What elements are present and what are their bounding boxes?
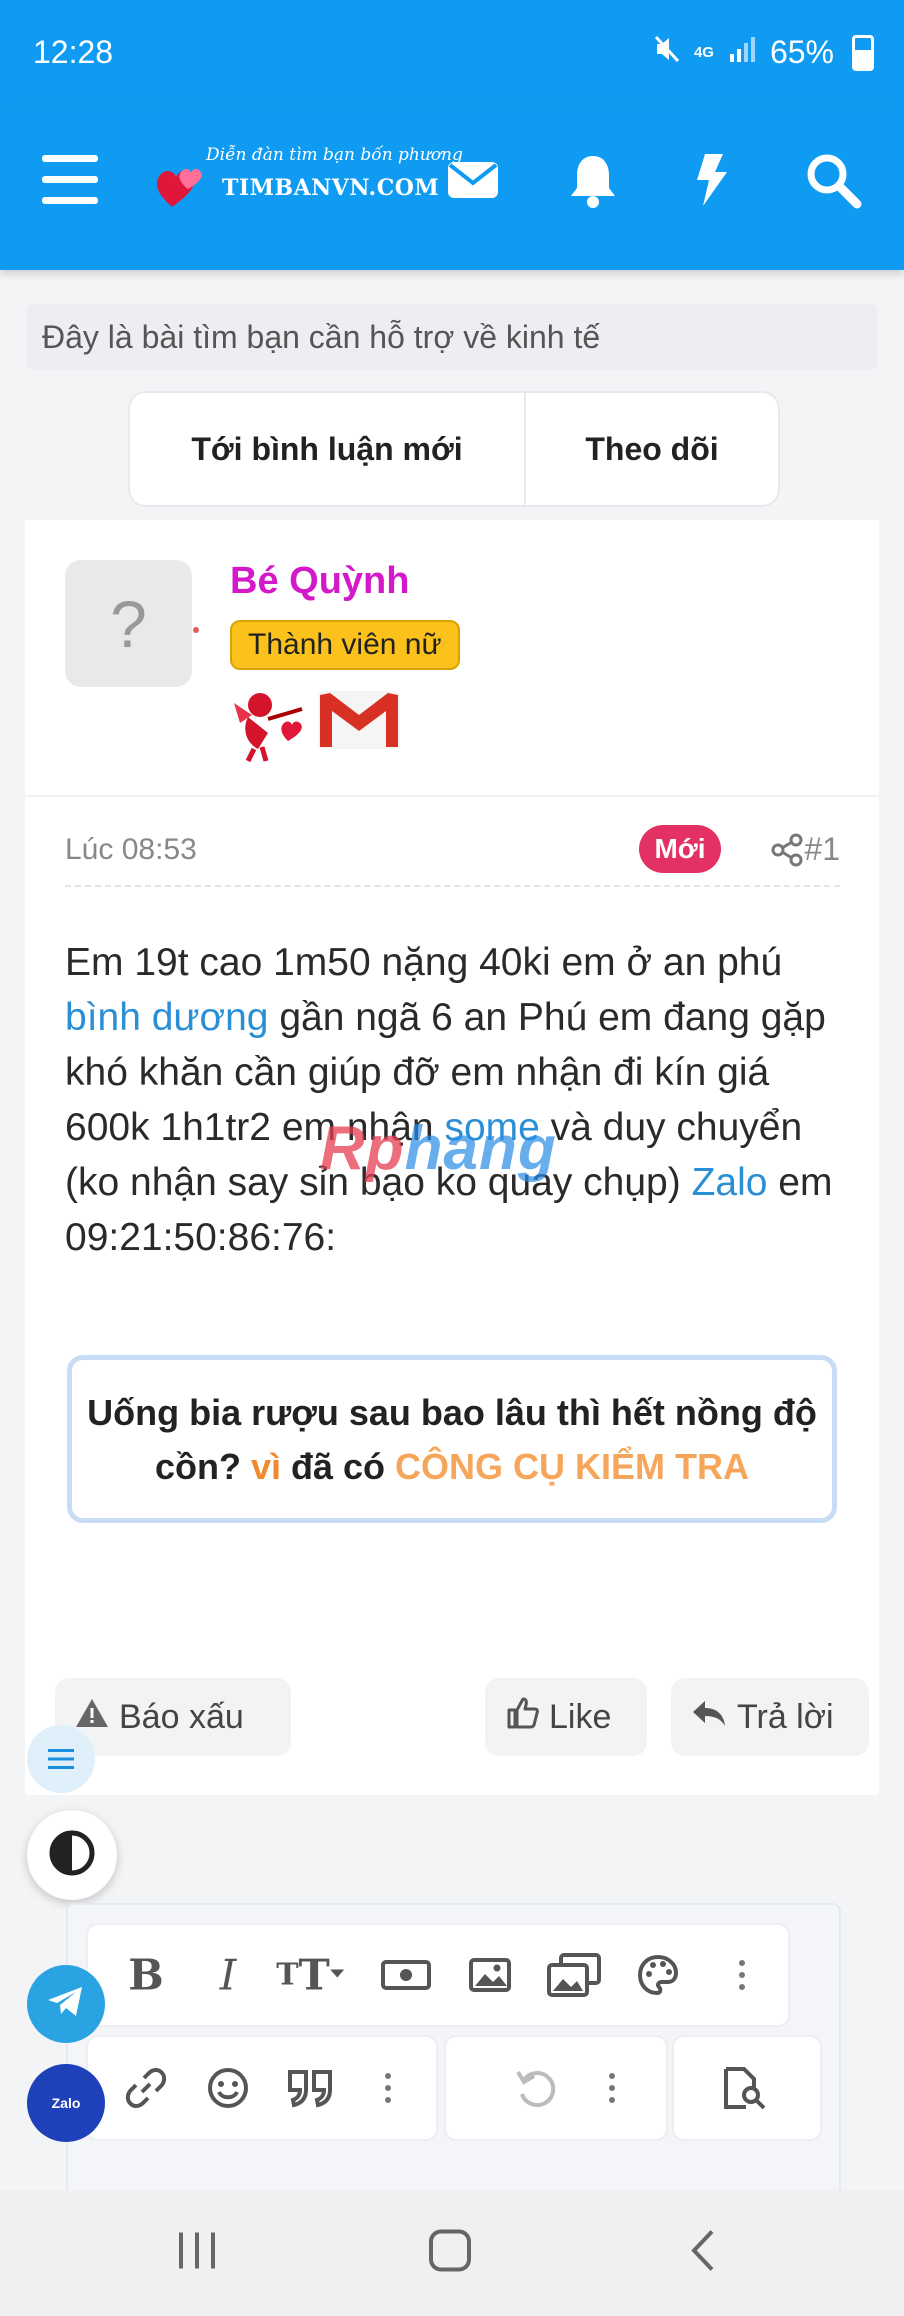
preview-icon[interactable] — [720, 2065, 768, 2111]
undo-icon[interactable] — [514, 2066, 558, 2110]
hearts-icon — [152, 155, 212, 227]
image-icon[interactable] — [469, 1958, 511, 1992]
promo-have: đã có — [291, 1446, 386, 1487]
network-type: 4G — [693, 44, 714, 61]
mute-icon — [654, 35, 680, 70]
theme-toggle-button[interactable] — [27, 1810, 117, 1900]
post-user-info: ? Bé Quỳnh Thành viên nữ — [25, 520, 879, 797]
post-card: ? Bé Quỳnh Thành viên nữ Lúc 08:53 Mới #… — [25, 520, 879, 1795]
share-icon[interactable] — [770, 833, 804, 872]
logo-tagline: Diễn đàn tìm bạn bốn phương — [206, 145, 463, 165]
reply-editor: B I T T — [66, 1903, 841, 2197]
like-button[interactable]: Like — [485, 1678, 647, 1756]
reply-button[interactable]: Trả lời — [671, 1678, 869, 1756]
post-content: Em 19t cao 1m50 nặng 40ki em ở an phú bì… — [65, 935, 845, 1265]
money-icon[interactable] — [381, 1958, 431, 1992]
text-size-label: T — [276, 1957, 299, 1993]
follow-button[interactable]: Theo dõi — [524, 393, 778, 505]
italic-button[interactable]: I — [220, 1951, 237, 2000]
link-icon[interactable] — [124, 2066, 168, 2110]
text-size-button[interactable]: T T — [276, 1951, 344, 2000]
menu-icon[interactable] — [42, 155, 98, 205]
reply-icon — [691, 1698, 727, 1737]
promo-because: vì — [250, 1446, 281, 1487]
new-comment-button[interactable]: Tới bình luận mới — [130, 393, 524, 505]
like-label: Like — [549, 1697, 612, 1736]
status-bar: 12:28 4G 65% — [0, 0, 904, 105]
avatar[interactable]: ? — [65, 560, 192, 687]
online-dot — [193, 627, 199, 633]
post-time[interactable]: Lúc 08:53 — [65, 833, 197, 867]
editor-toolbar-group-1 — [86, 2035, 438, 2141]
bell-icon[interactable] — [563, 150, 623, 210]
back-icon[interactable] — [688, 2229, 718, 2278]
more-options-icon[interactable] — [739, 1960, 745, 1990]
new-badge: Mới — [639, 825, 721, 873]
recent-apps-icon[interactable] — [175, 2231, 219, 2276]
home-icon[interactable] — [428, 2229, 472, 2278]
promo-tool-link[interactable]: CÔNG CỤ KIỂM TRA — [395, 1446, 749, 1487]
thread-title: Đây là bài tìm bạn cần hỗ trợ về kinh tế — [27, 304, 877, 370]
report-label: Báo xấu — [119, 1697, 244, 1736]
signal-icon — [728, 36, 756, 69]
mail-icon[interactable] — [443, 150, 503, 210]
status-icons: 4G 65% — [654, 34, 874, 71]
palette-icon[interactable] — [637, 1954, 679, 1996]
promo-box[interactable]: Uống bia rượu sau bao lâu thì hết nồng đ… — [67, 1355, 837, 1523]
battery-icon — [852, 34, 874, 71]
app-header: Diễn đàn tìm bạn bốn phương TIMBANVN.COM — [0, 105, 904, 270]
thumbs-up-icon — [505, 1696, 539, 1739]
battery-percent: 65% — [769, 34, 834, 70]
caret-down-icon — [329, 1966, 344, 1984]
logo-name: TIMBANVN.COM — [222, 175, 440, 201]
post-text: Em 19t cao 1m50 nặng 40ki em ở an phú — [65, 941, 783, 984]
text-size-label-large: T — [298, 1950, 330, 2000]
username[interactable]: Bé Quỳnh — [230, 560, 409, 603]
search-icon[interactable] — [803, 150, 863, 210]
cupid-icon — [228, 683, 308, 768]
post-meta: Lúc 08:53 Mới #1 — [65, 825, 840, 887]
trophy-icons — [228, 683, 402, 768]
location-link[interactable]: bình dương — [65, 996, 269, 1039]
emoji-icon[interactable] — [206, 2066, 250, 2110]
gallery-icon[interactable] — [547, 1953, 601, 1997]
list-menu-icon[interactable] — [27, 1725, 95, 1793]
thread-button-group: Tới bình luận mới Theo dõi — [128, 391, 780, 507]
more-options-icon[interactable] — [609, 2073, 615, 2103]
contrast-icon — [47, 1828, 97, 1883]
bolt-icon[interactable] — [683, 150, 743, 210]
site-logo[interactable]: Diễn đàn tìm bạn bốn phương TIMBANVN.COM — [152, 145, 463, 215]
status-time: 12:28 — [33, 34, 114, 70]
system-nav-bar — [0, 2190, 904, 2316]
editor-toolbar-group-2 — [444, 2035, 668, 2141]
post-number[interactable]: #1 — [804, 831, 840, 868]
bold-button[interactable]: B — [128, 1951, 164, 2000]
quote-icon[interactable] — [286, 2068, 334, 2108]
zalo-button[interactable]: Zalo — [27, 2064, 105, 2142]
telegram-button[interactable] — [27, 1965, 105, 2043]
editor-toolbar-row-1: B I T T — [86, 1923, 790, 2027]
editor-toolbar-group-3 — [672, 2035, 822, 2141]
post-actions: Báo xấu Like Trả lời — [55, 1678, 879, 1758]
some-link[interactable]: some — [444, 1106, 539, 1149]
gmail-icon — [316, 683, 402, 768]
reply-label: Trả lời — [737, 1697, 834, 1736]
user-title-badge: Thành viên nữ — [230, 620, 460, 670]
zalo-link[interactable]: Zalo — [692, 1161, 768, 1204]
more-options-icon[interactable] — [385, 2073, 391, 2103]
telegram-icon — [46, 1984, 86, 2025]
